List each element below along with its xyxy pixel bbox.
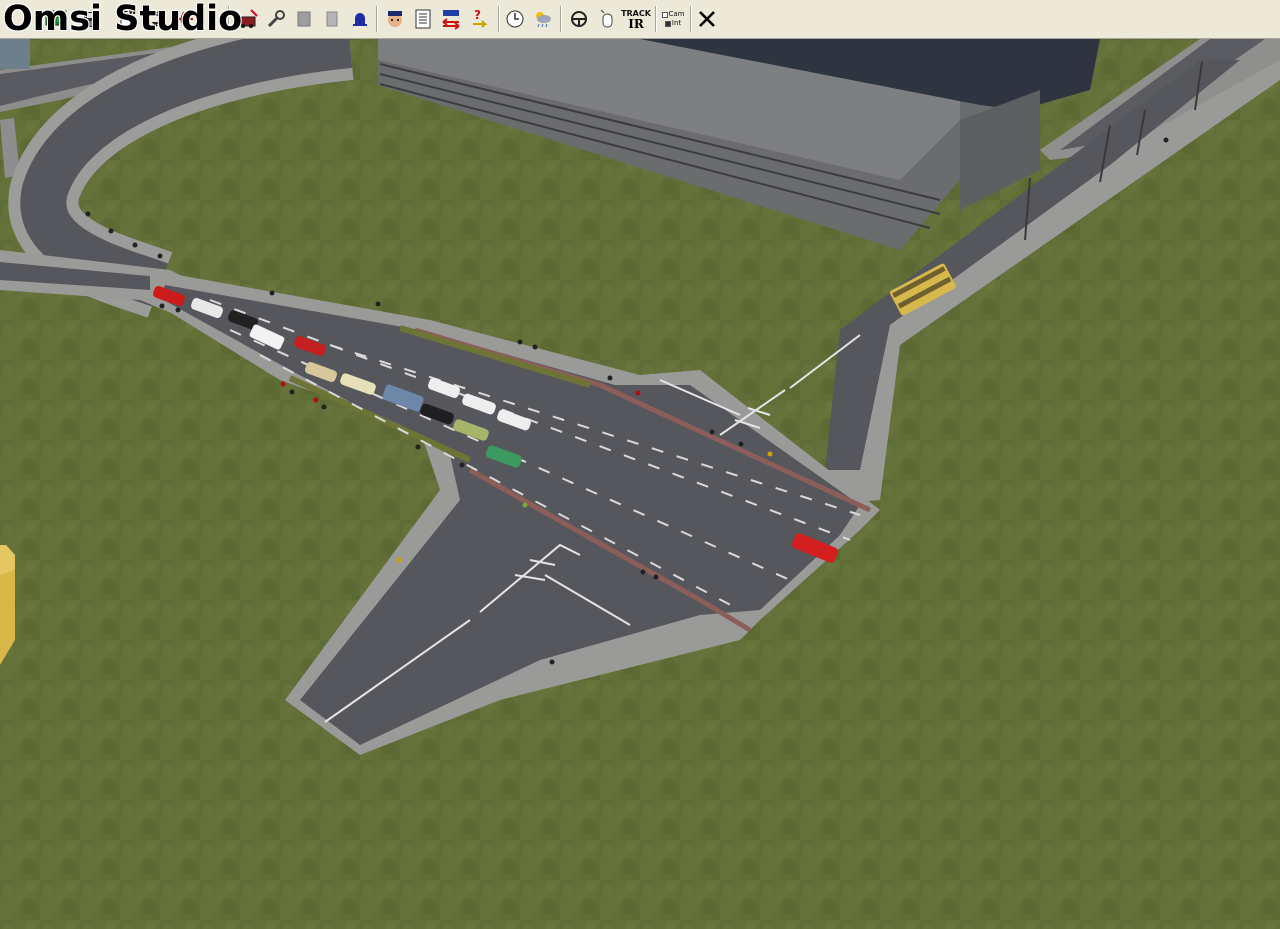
trackir-icon[interactable]: TRACK IR (621, 6, 651, 32)
map-viewport[interactable] (0, 39, 1280, 929)
exit-vehicle-icon[interactable] (145, 6, 169, 32)
int-label: Int (671, 19, 682, 27)
new-label: NEW (117, 7, 137, 16)
vehicle-select-icon[interactable] (236, 6, 260, 32)
scene-render (0, 39, 1280, 929)
checkbox-icon (661, 11, 668, 18)
int-checkbox-row: Int (664, 19, 682, 27)
wrench-icon[interactable] (264, 6, 288, 32)
driver-icon[interactable] (383, 6, 407, 32)
camera-toggle-icon[interactable]: Cam Int (660, 6, 686, 32)
new-icon[interactable]: NEW (115, 6, 139, 32)
map-icon[interactable] (44, 6, 68, 32)
timetable-icon[interactable] (411, 6, 435, 32)
toolbar-separator (228, 6, 230, 32)
help-icon[interactable]: ? (468, 6, 492, 32)
toolbar: Omsi Studio NEW ? TRACK IR Cam Int (0, 0, 1280, 39)
save-icon[interactable] (80, 6, 104, 32)
mouse-icon[interactable] (595, 6, 619, 32)
svg-text:?: ? (474, 8, 481, 22)
toolbar-separator (690, 6, 692, 32)
route-icon[interactable] (439, 6, 463, 32)
distant-building (0, 39, 30, 69)
door-icon[interactable] (320, 6, 344, 32)
toolbar-separator (376, 6, 378, 32)
toolbar-separator (655, 6, 657, 32)
cam-checkbox-row: Cam (661, 10, 685, 18)
time-icon[interactable] (503, 6, 527, 32)
aircraft-icon[interactable] (172, 6, 196, 32)
ir-label: IR (628, 16, 644, 31)
toolbar-separator (560, 6, 562, 32)
chip-icon[interactable] (292, 6, 316, 32)
toolbar-separator (498, 6, 500, 32)
weather-icon[interactable] (531, 6, 555, 32)
cam-label: Cam (668, 10, 685, 18)
checkbox-icon (664, 20, 671, 27)
steering-icon[interactable] (567, 6, 591, 32)
bell-icon[interactable] (348, 6, 372, 32)
close-icon[interactable] (695, 6, 719, 32)
